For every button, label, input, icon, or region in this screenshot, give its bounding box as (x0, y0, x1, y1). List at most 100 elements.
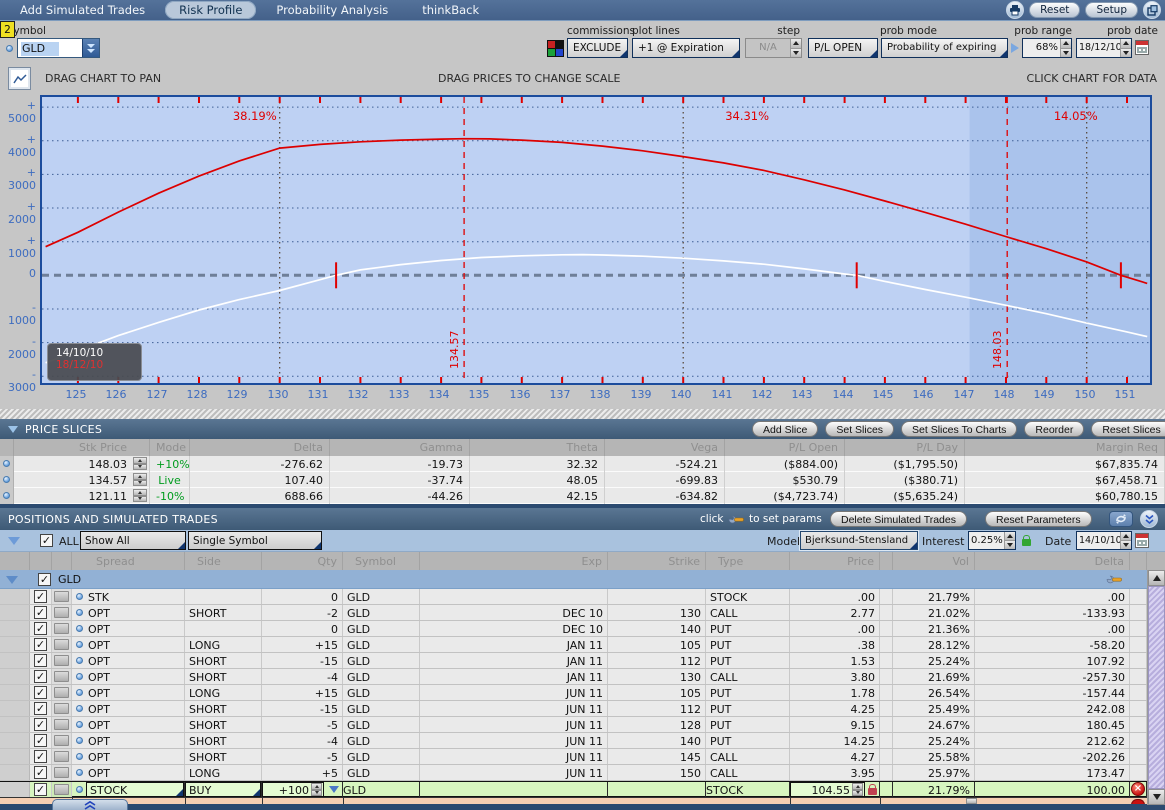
positions-header-strike[interactable]: Strike (608, 552, 706, 570)
slice-cell-stk_price[interactable]: 148.03 (14, 456, 150, 472)
reorder-button[interactable]: Reorder (1024, 421, 1084, 437)
scrollbar-track[interactable] (1148, 586, 1165, 789)
prob-range-spinner[interactable]: 68% (1022, 38, 1072, 58)
scroll-up-button[interactable] (1148, 570, 1165, 586)
delete-simulated-trades-button[interactable]: Delete Simulated Trades (830, 511, 967, 527)
position-row[interactable]: OPTSHORT-5GLDJUN 11145CALL4.2725.58%-202… (0, 749, 1165, 765)
position-row[interactable]: OPTLONG+5GLDJUN 11150CALL3.9525.97%173.4… (0, 765, 1165, 781)
expand-prob-arrow-icon[interactable] (1011, 43, 1019, 53)
position-row[interactable]: OPTSHORT-4GLDJAN 11130CALL3.8021.69%-257… (0, 669, 1165, 685)
chart-style-button[interactable] (8, 67, 31, 90)
row-checkbox[interactable] (34, 622, 47, 635)
tab-probability-analysis[interactable]: Probability Analysis (262, 1, 402, 19)
slices-header-margin[interactable]: Margin Req (965, 439, 1165, 456)
positions-header-price[interactable]: Price (790, 552, 880, 570)
panel-splitter[interactable] (0, 409, 1165, 419)
row-checkbox[interactable] (34, 766, 47, 779)
slice-price-spinner[interactable] (133, 457, 147, 470)
show-all-dropdown[interactable]: Show All (80, 531, 186, 550)
row-checkbox[interactable] (34, 783, 47, 796)
reset-slices-button[interactable]: Reset Slices (1091, 421, 1165, 437)
row-mini-button[interactable] (54, 751, 69, 762)
slice-dot-icon[interactable] (3, 460, 10, 467)
row-checkbox[interactable] (34, 718, 47, 731)
setup-button[interactable]: Setup (1085, 2, 1138, 18)
row-checkbox[interactable] (34, 734, 47, 747)
interest-lock-icon[interactable] (1022, 539, 1031, 546)
symbol-count-badge[interactable]: 2 (0, 21, 15, 38)
row-mini-button[interactable] (54, 639, 69, 650)
slice-dot-icon[interactable] (3, 476, 10, 483)
position-row[interactable]: OPT0GLDDEC 10140PUT.0021.36%.00 (0, 621, 1165, 637)
prob-date-spinner[interactable]: 18/12/10 (1076, 38, 1132, 58)
plot-lines-dropdown[interactable]: +1 @ Expiration (632, 38, 740, 58)
row-mini-button[interactable] (54, 767, 69, 778)
row-checkbox[interactable] (34, 686, 47, 699)
all-checkbox[interactable] (40, 534, 53, 547)
risk-profile-chart[interactable]: 134.57148.0338.19%34.31%14.05% (40, 95, 1152, 385)
slice-dot-icon[interactable] (3, 492, 10, 499)
color-grid-icon[interactable] (547, 40, 564, 57)
sim-spread-dropdown[interactable]: STOCK (86, 782, 184, 797)
row-mini-button[interactable] (54, 591, 69, 602)
sim-side-dropdown[interactable]: BUY (185, 782, 261, 797)
slice-cell-stk_price[interactable]: 121.11 (14, 488, 150, 504)
collapse-price-slices-icon[interactable] (8, 426, 18, 433)
slice-price-spinner[interactable] (133, 489, 147, 502)
row-mini-button[interactable] (54, 623, 69, 634)
row-checkbox[interactable] (34, 606, 47, 619)
position-row[interactable]: OPTSHORT-4GLDJUN 11140PUT14.2525.24%212.… (0, 733, 1165, 749)
slices-header-stk_price[interactable]: Stk Price (14, 439, 150, 456)
set-slices-to-charts-button[interactable]: Set Slices To Charts (901, 421, 1017, 437)
slices-header-mode[interactable]: Mode (150, 439, 190, 456)
symbol-input[interactable]: GLD (17, 38, 100, 58)
pl-mode-dropdown[interactable]: P/L OPEN (808, 38, 878, 58)
row-mini-button[interactable] (54, 784, 69, 795)
positions-header-vol[interactable]: Vol (893, 552, 975, 570)
positions-header-delta[interactable]: Delta (975, 552, 1130, 570)
row-mini-button[interactable] (54, 719, 69, 730)
row-checkbox[interactable] (34, 750, 47, 763)
slices-header-gamma[interactable]: Gamma (330, 439, 470, 456)
slices-header-delta[interactable]: Delta (190, 439, 330, 456)
tab-add-simulated-trades[interactable]: Add Simulated Trades (6, 1, 159, 19)
prob-mode-dropdown[interactable]: Probability of expiring (881, 38, 1008, 58)
symbol-dropdown-button[interactable] (82, 39, 99, 57)
qty-spin-buttons[interactable] (311, 783, 322, 796)
collapse-group-icon[interactable] (6, 576, 18, 584)
interest-spinner[interactable]: 0.25% (968, 531, 1016, 550)
positions-header-spread[interactable]: Spread (72, 552, 185, 570)
position-row[interactable]: STK0GLDSTOCK.0021.79%.00 (0, 589, 1165, 605)
position-row[interactable]: OPTSHORT-15GLDJAN 11112PUT1.5325.24%107.… (0, 653, 1165, 669)
commissions-dropdown[interactable]: EXCLUDE (567, 38, 628, 58)
simulated-trade-row[interactable]: STOCKBUY+100GLDSTOCK104.5521.79%100.00× (0, 781, 1165, 797)
sim-date-spinner[interactable]: 14/10/10 (1076, 531, 1132, 550)
qty-dropdown-arrow-icon[interactable] (329, 786, 339, 793)
model-dropdown[interactable]: Bjerksund-Stensland (800, 531, 918, 550)
detach-button[interactable] (1143, 1, 1161, 19)
row-mini-button[interactable] (54, 671, 69, 682)
scroll-down-button[interactable] (1148, 789, 1165, 805)
sim-date-calendar-icon[interactable] (1135, 533, 1149, 548)
positions-scrollbar[interactable] (1147, 570, 1164, 805)
group-checkbox[interactable] (38, 573, 51, 586)
slices-header-pl_day[interactable]: P/L Day (845, 439, 965, 456)
symbol-group-row[interactable]: GLD (0, 570, 1165, 589)
tab-thinkback[interactable]: thinkBack (408, 1, 493, 19)
position-row[interactable]: OPTLONG+15GLDJAN 11105PUT.3828.12%-58.20 (0, 637, 1165, 653)
slices-header-theta[interactable]: Theta (470, 439, 605, 456)
positions-header-exp[interactable]: Exp (420, 552, 608, 570)
row-mini-button[interactable] (54, 735, 69, 746)
row-checkbox[interactable] (34, 590, 47, 603)
row-checkbox[interactable] (34, 702, 47, 715)
collapse-positions-icon[interactable] (8, 537, 20, 545)
row-checkbox[interactable] (34, 638, 47, 651)
tab-risk-profile[interactable]: Risk Profile (165, 1, 256, 19)
add-slice-button[interactable]: Add Slice (752, 421, 818, 437)
position-row[interactable]: OPTSHORT-15GLDJUN 11112PUT4.2525.49%242.… (0, 701, 1165, 717)
set-slices-button[interactable]: Set Slices (825, 421, 894, 437)
slices-header-pl_open[interactable]: P/L Open (725, 439, 845, 456)
collapse-all-button[interactable] (1140, 510, 1158, 528)
sim-price-spinner[interactable]: 104.55 (790, 782, 865, 797)
positions-header-side[interactable]: Side (185, 552, 262, 570)
